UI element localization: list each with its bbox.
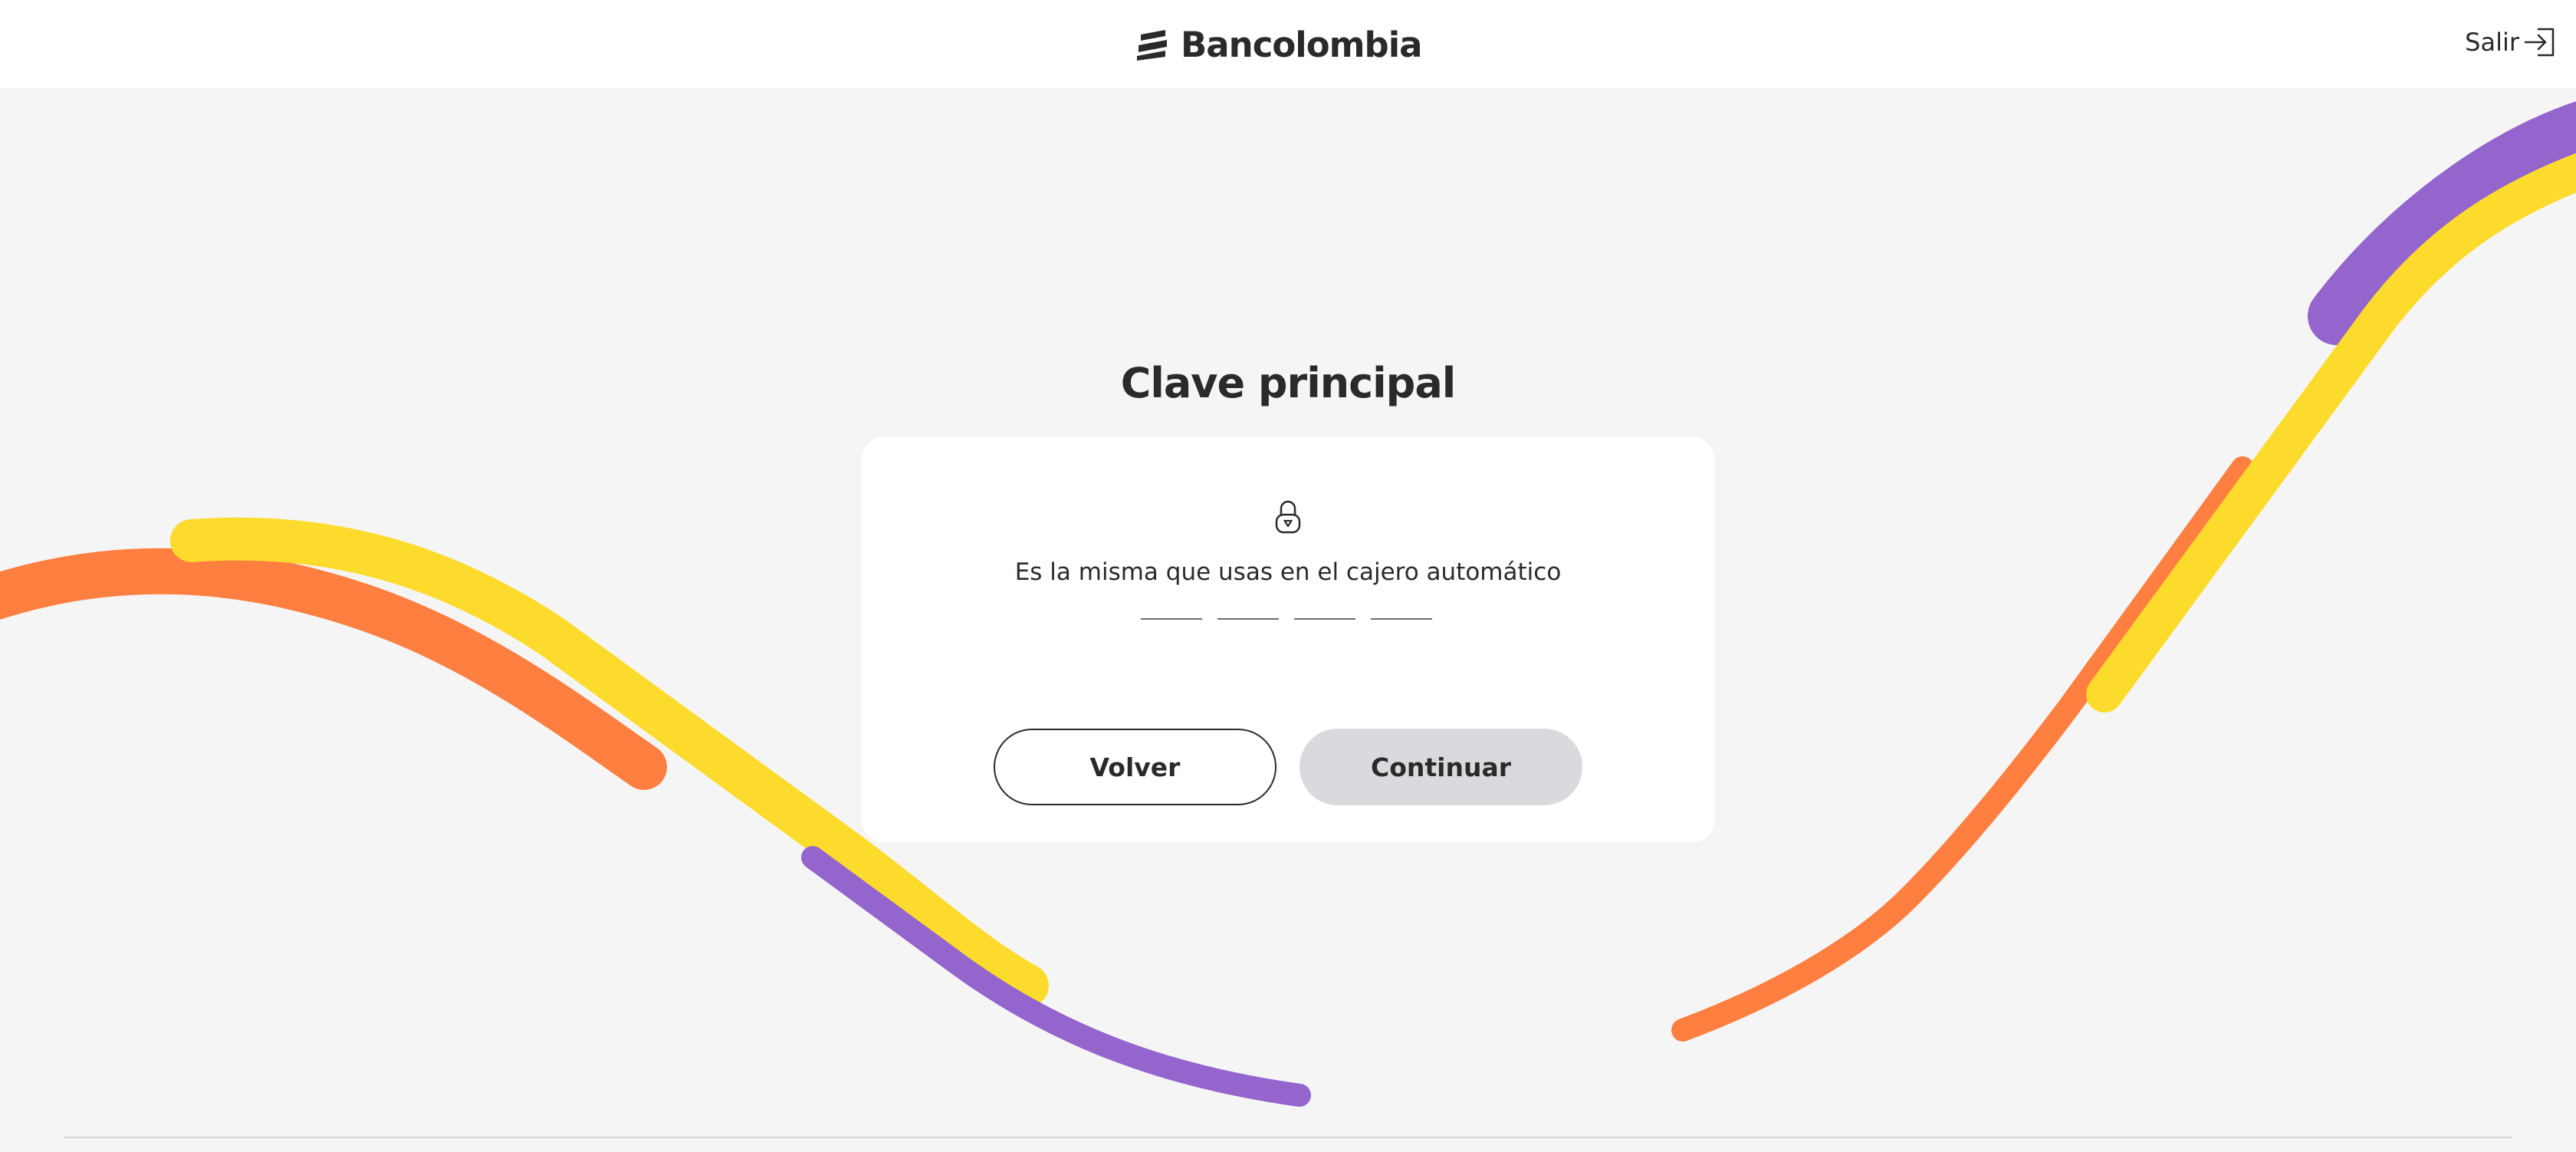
exit-button[interactable]: Salir: [2465, 26, 2556, 58]
bancolombia-logo-icon: [1137, 30, 1167, 61]
pin-digit-1[interactable]: [1141, 588, 1202, 620]
brand[interactable]: Bancolombia: [1136, 21, 1423, 67]
wave-yellow-right: [2086, 153, 2576, 713]
exit-arrow-icon: [2524, 28, 2555, 57]
brand-name: Bancolombia: [1181, 24, 1423, 65]
back-button[interactable]: Volver: [994, 729, 1276, 805]
footer-divider: [64, 1137, 2512, 1138]
continue-button[interactable]: Continuar: [1300, 729, 1582, 805]
top-header: Bancolombia Salir: [0, 0, 2576, 88]
wave-orange-right: [1671, 456, 2254, 1042]
page-title: Clave principal: [1120, 359, 1457, 407]
password-hint: Es la misma que usas en el cajero automá…: [1014, 558, 1562, 586]
lock-icon: [1275, 500, 1301, 534]
exit-label: Salir: [2465, 28, 2519, 57]
pin-digit-3[interactable]: [1294, 588, 1355, 620]
pin-digit-2[interactable]: [1217, 588, 1279, 620]
wave-orange-left: [0, 548, 667, 790]
password-card: Es la misma que usas en el cajero automá…: [862, 437, 1714, 842]
pin-digit-4[interactable]: [1371, 588, 1432, 620]
pin-input-group: [1141, 588, 1432, 620]
